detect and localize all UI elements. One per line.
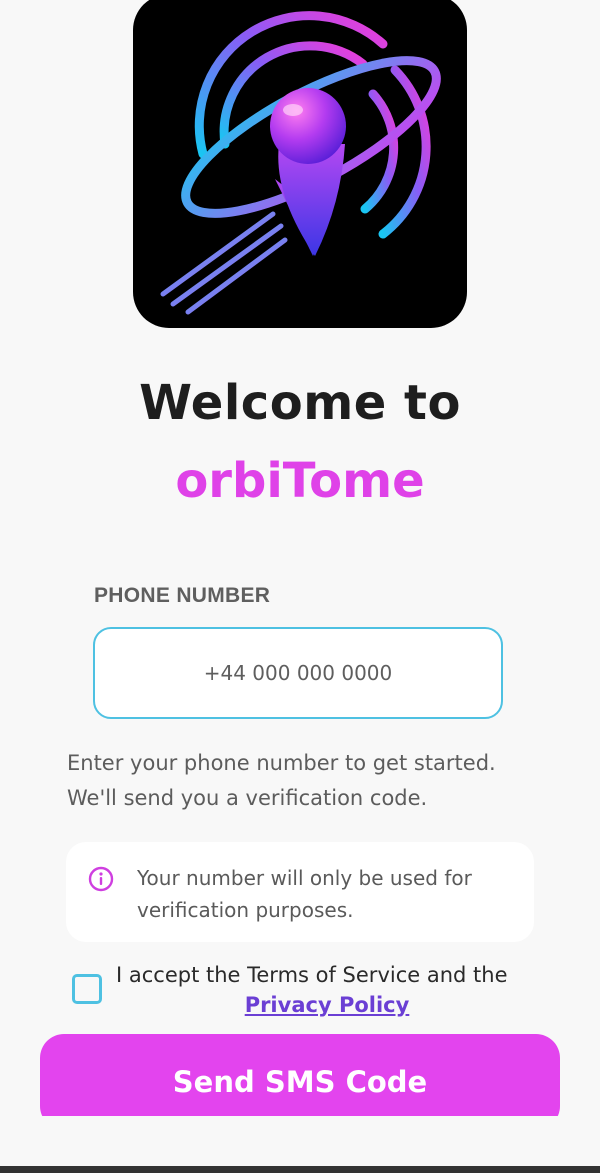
app-logo	[133, 0, 467, 328]
bottom-mask	[0, 1116, 600, 1166]
terms-checkbox[interactable]	[72, 974, 102, 1004]
terms-text: I accept the Terms of Service and the Pr…	[116, 960, 536, 1020]
helper-line-1: Enter your phone number to get started.	[67, 751, 496, 775]
bottom-divider	[0, 1166, 600, 1173]
phone-number-input[interactable]	[93, 627, 503, 719]
info-icon	[88, 866, 114, 892]
terms-label: I accept the Terms of Service and the	[116, 963, 508, 987]
privacy-policy-link[interactable]: Privacy Policy	[245, 993, 410, 1017]
info-card: Your number will only be used for verifi…	[66, 842, 534, 942]
helper-text: Enter your phone number to get started. …	[67, 746, 547, 816]
welcome-heading: Welcome to	[139, 375, 461, 431]
helper-line-2: We'll send you a verification code.	[67, 786, 428, 810]
phone-number-label: PHONE NUMBER	[94, 584, 271, 607]
brand-name: orbiTome	[175, 453, 425, 509]
info-text: Your number will only be used for verifi…	[137, 866, 472, 922]
